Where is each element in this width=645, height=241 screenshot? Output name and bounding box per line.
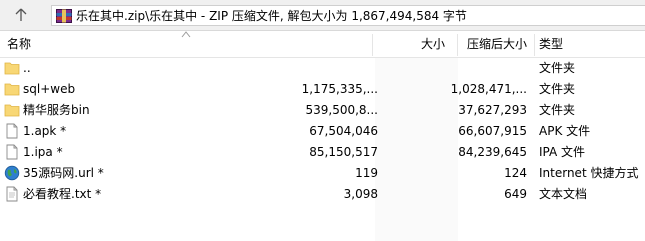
column-packed-header[interactable]: 压缩后大小 [467, 31, 527, 58]
folder-icon [4, 60, 20, 76]
file-row[interactable]: 精华服务bin 539,500,8... 37,627,293 文件夹 [0, 100, 645, 121]
globe-icon [4, 165, 20, 181]
file-size: 119 [355, 166, 378, 180]
archive-path-field[interactable]: 乐在其中.zip\乐在其中 - ZIP 压缩文件, 解包大小为 1,867,49… [51, 5, 645, 26]
up-arrow-icon [15, 8, 27, 21]
file-type: 文件夹 [539, 103, 576, 117]
column-name-header[interactable]: 名称 [7, 31, 31, 58]
file-packed-size: 66,607,915 [458, 124, 527, 138]
column-type-header[interactable]: 类型 [539, 31, 563, 58]
file-name: 必看教程.txt * [23, 187, 102, 201]
text-file-icon [4, 186, 20, 202]
file-name: 1.ipa * [23, 145, 63, 159]
file-packed-size: 1,028,471,... [450, 82, 527, 96]
file-packed-size: 649 [504, 187, 527, 201]
file-packed-size: 84,239,645 [458, 145, 527, 159]
file-row[interactable]: 1.ipa * 85,150,517 84,239,645 IPA 文件 [0, 142, 645, 163]
file-type: 文件夹 [539, 61, 576, 75]
file-row[interactable]: 35源码网.url * 119 124 Internet 快捷方式 [0, 163, 645, 184]
file-name: 精华服务bin [23, 103, 90, 117]
file-row[interactable]: 1.apk * 67,504,046 66,607,915 APK 文件 [0, 121, 645, 142]
file-name: sql+web [23, 82, 76, 96]
archive-path-text: 乐在其中.zip\乐在其中 - ZIP 压缩文件, 解包大小为 1,867,49… [76, 9, 467, 23]
file-type: 文件夹 [539, 82, 576, 96]
file-type: IPA 文件 [539, 145, 586, 159]
file-type: APK 文件 [539, 124, 591, 138]
folder-icon [4, 102, 20, 118]
file-list: .. 文件夹 sql+web 1,175,335,... 1,028,471,... 文件… [0, 58, 645, 205]
column-divider[interactable] [372, 34, 373, 56]
file-size: 85,150,517 [309, 145, 378, 159]
sort-ascending-icon [181, 31, 191, 38]
file-name: 1.apk * [23, 124, 67, 138]
file-packed-size: 37,627,293 [458, 103, 527, 117]
file-size: 539,500,8... [305, 103, 378, 117]
column-header: 名称 大小 压缩后大小 类型 [0, 31, 645, 58]
folder-icon [4, 81, 20, 97]
file-row[interactable]: 必看教程.txt * 3,098 649 文本文档 [0, 184, 645, 205]
file-size: 1,175,335,... [301, 82, 378, 96]
file-size: 67,504,046 [309, 124, 378, 138]
column-divider[interactable] [457, 34, 458, 56]
file-name: 35源码网.url * [23, 166, 104, 180]
column-divider[interactable] [534, 34, 535, 56]
file-type: 文本文档 [539, 187, 588, 201]
file-size: 3,098 [343, 187, 378, 201]
up-folder-button[interactable] [10, 5, 32, 25]
file-row[interactable]: sql+web 1,175,335,... 1,028,471,... 文件夹 [0, 79, 645, 100]
file-name: .. [23, 61, 31, 75]
winrar-archive-icon [56, 8, 72, 23]
path-bar: 乐在其中.zip\乐在其中 - ZIP 压缩文件, 解包大小为 1,867,49… [0, 0, 645, 31]
file-icon [4, 144, 20, 160]
file-type: Internet 快捷方式 [539, 166, 639, 180]
file-packed-size: 124 [504, 166, 527, 180]
column-size-header[interactable]: 大小 [421, 31, 445, 58]
file-row[interactable]: .. 文件夹 [0, 58, 645, 79]
file-icon [4, 123, 20, 139]
